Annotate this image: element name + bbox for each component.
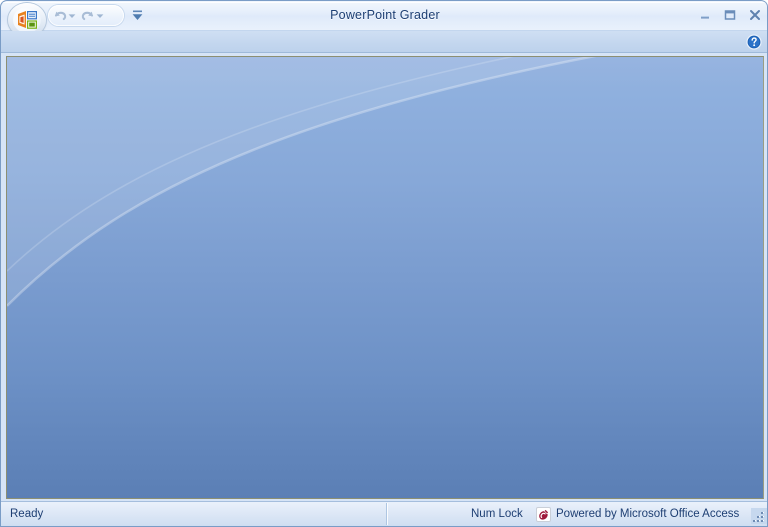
status-num-lock-cell: Num Lock: [471, 502, 523, 526]
application-client-area: [7, 57, 763, 498]
window-controls: [689, 4, 765, 26]
minimize-button[interactable]: [694, 6, 715, 24]
help-icon[interactable]: [746, 34, 762, 50]
status-num-lock-label: Num Lock: [471, 508, 523, 520]
close-button[interactable]: [744, 6, 765, 24]
resize-grip-icon[interactable]: [751, 508, 767, 524]
status-bar-separator: [386, 503, 387, 525]
microsoft-access-icon: [536, 506, 551, 522]
status-ready-label: Ready: [10, 508, 44, 520]
application-window: PowerPoint Grader Ready Num Lock Powered…: [0, 0, 768, 527]
status-bar: Ready Num Lock Powered by Microsoft Offi…: [1, 501, 767, 526]
background-swoosh-decoration: [7, 57, 763, 498]
ribbon-bar: [1, 31, 767, 53]
window-title: PowerPoint Grader: [330, 8, 440, 22]
client-area-frame: [6, 56, 764, 499]
status-powered-by-cell: Powered by Microsoft Office Access: [536, 502, 739, 526]
status-powered-by-label: Powered by Microsoft Office Access: [556, 508, 740, 520]
maximize-button[interactable]: [719, 6, 740, 24]
title-bar: PowerPoint Grader: [1, 1, 767, 37]
status-ready-cell: Ready: [10, 502, 43, 526]
